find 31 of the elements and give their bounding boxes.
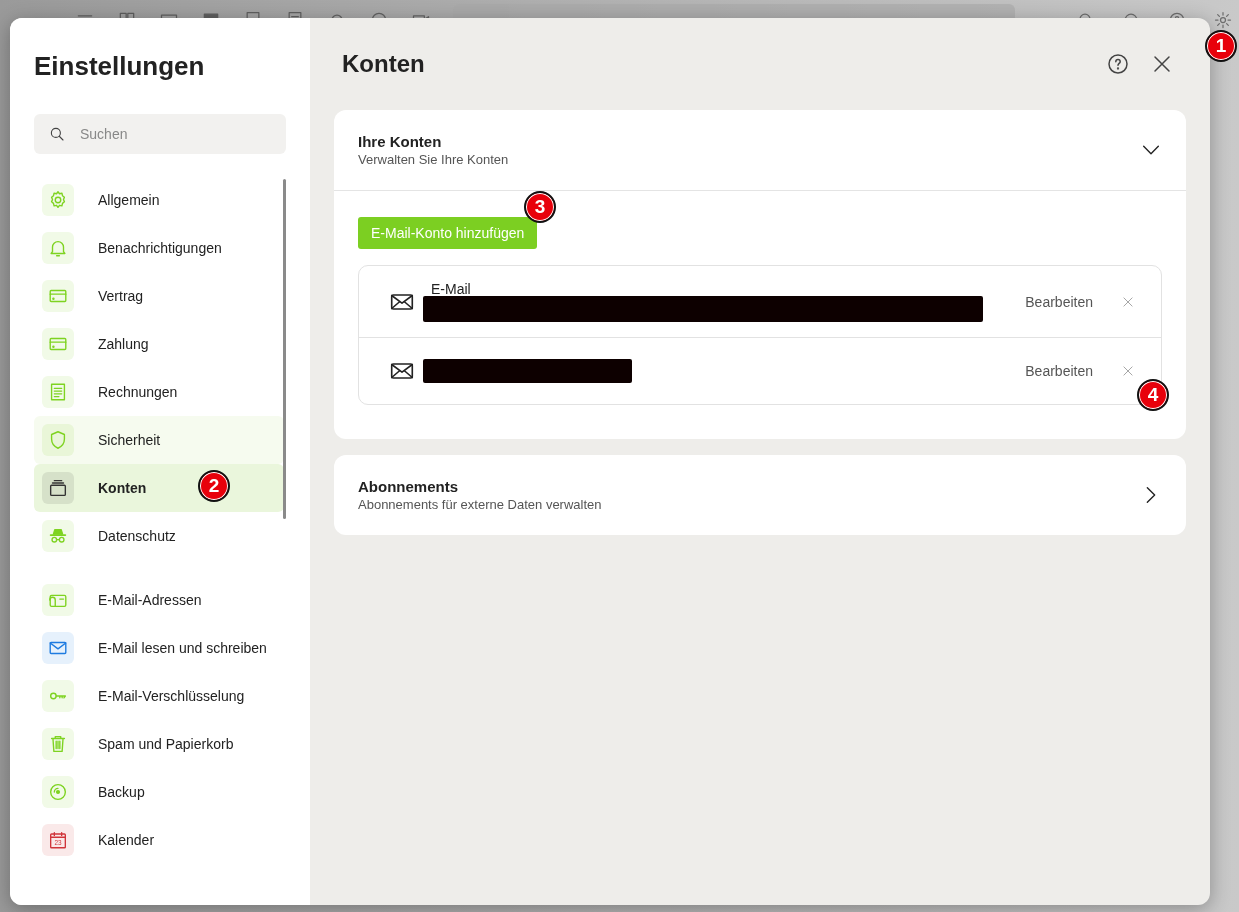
remove-button[interactable] [1121, 364, 1135, 378]
remove-button[interactable] [1121, 294, 1135, 309]
account-label: E-Mail [431, 281, 472, 296]
sidebar-item[interactable]: Zahlung [34, 320, 284, 368]
sidebar-item[interactable]: E-Mail lesen und schreiben [34, 624, 284, 672]
help-icon [1106, 52, 1130, 76]
sidebar-item[interactable]: E-Mail-Verschlüsselung [34, 672, 284, 720]
page-title: Konten [342, 50, 425, 78]
search-icon [48, 125, 66, 143]
section-header[interactable]: Abonnements Abonnements für externe Daten verwalten [334, 455, 1186, 535]
sidebar-item[interactable]: Allgemein [34, 176, 284, 224]
sidebar-title: Einstellungen [34, 52, 206, 80]
search-field[interactable]: Suchen [34, 114, 286, 154]
section-header[interactable]: Ihre Konten Verwalten Sie Ihre Konten [334, 110, 1186, 191]
close-icon [1121, 364, 1135, 378]
sidebar-item[interactable]: Backup [34, 768, 284, 816]
scrollbar[interactable] [283, 179, 286, 519]
sidebar-item[interactable]: Rechnungen [34, 368, 284, 416]
sidebar-item[interactable]: Vertrag [34, 272, 284, 320]
sidebar-item[interactable]: Spam und Papierkorb [34, 720, 284, 768]
section-subtitle: Abonnements für externe Daten verwalten [358, 497, 602, 512]
section-title: Abonnements [358, 478, 459, 495]
edit-button[interactable]: Bearbeiten [1025, 293, 1093, 310]
sidebar-item[interactable]: Benachrichtigungen [34, 224, 284, 272]
sidebar-item[interactable]: E-Mail-Adressen [34, 576, 284, 624]
sidebar-item[interactable]: Datenschutz [34, 512, 284, 560]
section-title: Ihre Konten [358, 133, 443, 150]
edit-button[interactable]: Bearbeiten [1025, 363, 1093, 379]
sidebar-item[interactable]: Sicherheit [34, 416, 284, 464]
close-icon [1121, 294, 1135, 309]
section-subtitle: Verwalten Sie Ihre Konten [358, 152, 509, 167]
